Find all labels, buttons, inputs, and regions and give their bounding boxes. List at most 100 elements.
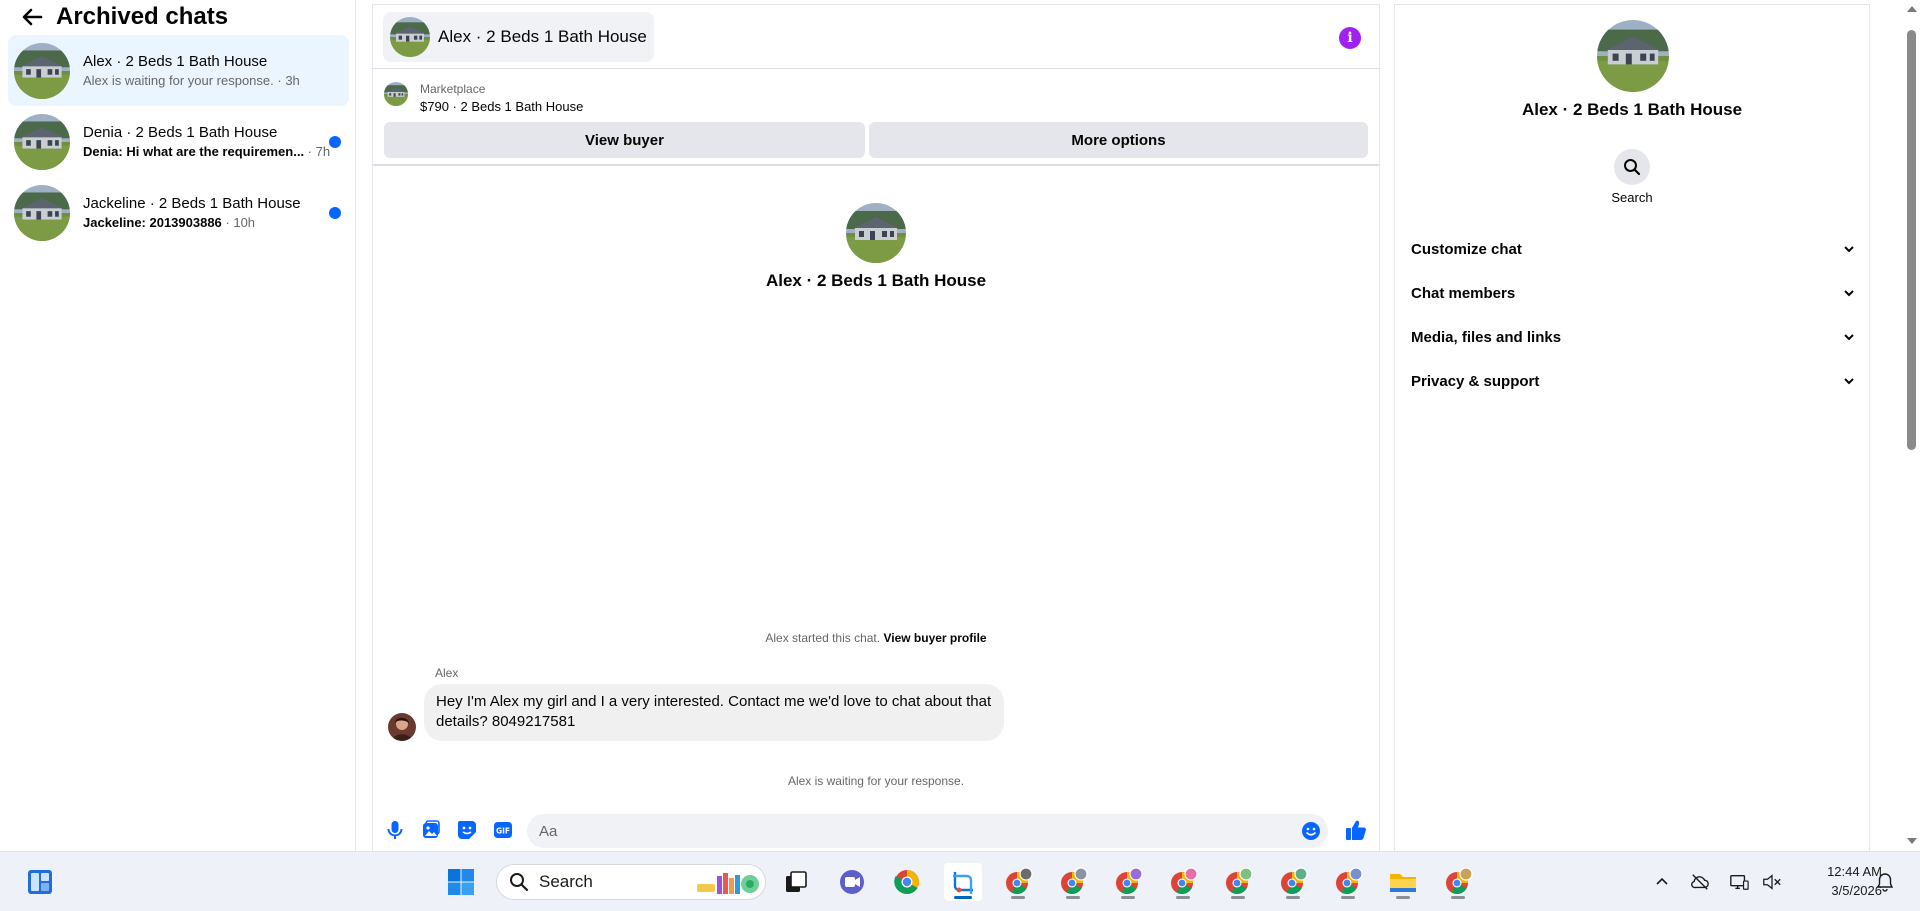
marketplace-bar: Marketplace $790 · 2 Beds 1 Bath House V… xyxy=(373,70,1379,166)
section-customize-chat[interactable]: Customize chat xyxy=(1411,227,1855,271)
network-icon[interactable] xyxy=(1729,872,1749,892)
info-search: Search xyxy=(1395,149,1869,205)
task-view-icon[interactable] xyxy=(777,863,815,901)
more-options-button[interactable]: More options xyxy=(869,122,1368,158)
windows-start-icon[interactable] xyxy=(442,863,480,901)
system-clock[interactable]: 12:44 AM 3/5/2026 xyxy=(1792,862,1882,900)
chat-preview: Jackeline: 2013903886 · 10h xyxy=(83,214,256,230)
chevron-down-icon xyxy=(1844,290,1854,297)
message-bubble[interactable]: Hey I'm Alex my girl and I a very intere… xyxy=(424,684,1004,741)
avatar[interactable] xyxy=(1597,20,1669,92)
conversation-panel: Alex · 2 Beds 1 Bath House i Marketplace… xyxy=(372,4,1380,851)
unread-dot xyxy=(329,207,341,219)
scroll-down-arrow[interactable] xyxy=(1907,838,1917,844)
avatar xyxy=(14,185,70,241)
section-chat-members[interactable]: Chat members xyxy=(1411,271,1855,315)
cloud-offline-icon[interactable] xyxy=(1690,872,1710,892)
thumbs-up-icon[interactable] xyxy=(1345,819,1369,843)
page-scrollbar[interactable] xyxy=(1903,0,1920,851)
taskbar-search-label: Search xyxy=(539,872,593,891)
chat-name: Jackeline · 2 Beds 1 Bath House xyxy=(83,194,301,212)
avatar xyxy=(390,17,430,57)
info-icon[interactable]: i xyxy=(1339,27,1361,49)
clock-date: 3/5/2026 xyxy=(1831,883,1882,898)
chat-time: · 10h xyxy=(221,214,256,230)
archived-chats-sidebar: Archived chats Alex · 2 Beds 1 Bath Hous… xyxy=(0,0,356,851)
chat-name: Alex · 2 Beds 1 Bath House xyxy=(83,52,268,70)
search-label: Search xyxy=(1611,190,1653,205)
chat-started-note: Alex started this chat. View buyer profi… xyxy=(765,631,987,645)
search-icon xyxy=(1624,159,1641,176)
search-button[interactable] xyxy=(1614,149,1650,185)
clock-time: 12:44 AM xyxy=(1827,864,1882,879)
section-privacy-support[interactable]: Privacy & support xyxy=(1411,359,1855,403)
chat-preview: Denia: Hi what are the requiremen... · 7… xyxy=(83,143,331,159)
info-sections: Customize chat Chat members Media, files… xyxy=(1411,227,1855,403)
conversation-title: Alex · 2 Beds 1 Bath House xyxy=(438,27,647,46)
conversation-title-button[interactable]: Alex · 2 Beds 1 Bath House xyxy=(383,12,654,62)
view-buyer-button[interactable]: View buyer xyxy=(384,122,865,158)
chrome-profile-5-icon[interactable] xyxy=(1219,863,1257,901)
unread-dot xyxy=(329,136,341,148)
snipping-tool-icon[interactable] xyxy=(944,863,982,901)
windows-taskbar: Search 12:44 AM 3/5/2026 xyxy=(0,851,1920,911)
sidebar-header: Archived chats xyxy=(18,0,228,34)
section-media-files-links[interactable]: Media, files and links xyxy=(1411,315,1855,359)
chrome-profile-7-icon[interactable] xyxy=(1329,863,1367,901)
chat-item-denia[interactable]: Denia · 2 Beds 1 Bath House Denia: Hi wh… xyxy=(8,106,349,177)
chrome-profile-8-icon[interactable] xyxy=(1439,863,1477,901)
taskbar-search[interactable]: Search xyxy=(496,864,766,900)
chevron-down-icon xyxy=(1844,334,1854,341)
chat-preview: Alex is waiting for your response. · 3h xyxy=(83,72,300,88)
section-label: Customize chat xyxy=(1411,240,1522,258)
running-indicator xyxy=(1451,896,1465,899)
notifications-bell-icon[interactable] xyxy=(1875,872,1895,892)
info-panel-name: Alex · 2 Beds 1 Bath House xyxy=(1521,100,1743,119)
running-indicator xyxy=(1176,896,1190,899)
scroll-up-arrow[interactable] xyxy=(1907,6,1917,12)
section-label: Privacy & support xyxy=(1411,372,1540,390)
sender-name: Alex xyxy=(435,666,459,680)
sender-avatar[interactable] xyxy=(388,713,416,741)
teams-chat-icon[interactable] xyxy=(833,863,871,901)
running-indicator xyxy=(1066,896,1080,899)
running-indicator xyxy=(1011,896,1025,899)
chrome-icon[interactable] xyxy=(888,863,926,901)
avatar[interactable] xyxy=(846,203,906,263)
running-indicator xyxy=(1231,896,1245,899)
waiting-note: Alex is waiting for your response. xyxy=(787,774,965,788)
section-label: Chat members xyxy=(1411,284,1516,302)
chrome-profile-1-icon[interactable] xyxy=(999,863,1037,901)
message-input[interactable] xyxy=(527,814,1328,848)
chevron-up-icon[interactable] xyxy=(1652,872,1672,892)
view-buyer-profile-link[interactable]: View buyer profile xyxy=(883,631,986,645)
sticker-icon[interactable] xyxy=(456,819,478,841)
image-icon[interactable] xyxy=(420,819,442,841)
file-explorer-icon[interactable] xyxy=(1384,863,1422,901)
chrome-profile-6-icon[interactable] xyxy=(1274,863,1312,901)
gif-icon[interactable]: GIF xyxy=(492,819,514,841)
chrome-profile-2-icon[interactable] xyxy=(1054,863,1092,901)
chat-item-jackeline[interactable]: Jackeline · 2 Beds 1 Bath House Jackelin… xyxy=(8,177,349,248)
running-indicator xyxy=(1341,896,1355,899)
conversation-intro: Alex · 2 Beds 1 Bath House xyxy=(373,203,1379,291)
books-illustration-icon xyxy=(697,873,759,894)
scroll-thumb[interactable] xyxy=(1907,30,1916,450)
sidebar-title: Archived chats xyxy=(56,3,229,30)
intro-name: Alex · 2 Beds 1 Bath House xyxy=(765,271,987,290)
emoji-icon[interactable] xyxy=(1301,821,1321,841)
message-row: Hey I'm Alex my girl and I a very intere… xyxy=(388,684,1004,741)
chat-item-alex[interactable]: Alex · 2 Beds 1 Bath House Alex is waiti… xyxy=(8,35,349,106)
back-button[interactable] xyxy=(18,3,46,31)
chat-time: · 7h xyxy=(304,143,331,159)
microphone-icon[interactable] xyxy=(384,819,406,841)
arrow-left-icon xyxy=(22,8,43,26)
widgets-icon[interactable] xyxy=(21,863,59,901)
chrome-profile-4-icon[interactable] xyxy=(1164,863,1202,901)
running-indicator xyxy=(1286,896,1300,899)
section-label: Media, files and links xyxy=(1411,328,1562,346)
volume-muted-icon[interactable] xyxy=(1762,872,1782,892)
chrome-profile-3-icon[interactable] xyxy=(1109,863,1147,901)
search-icon xyxy=(510,873,529,892)
chevron-down-icon xyxy=(1844,246,1854,253)
